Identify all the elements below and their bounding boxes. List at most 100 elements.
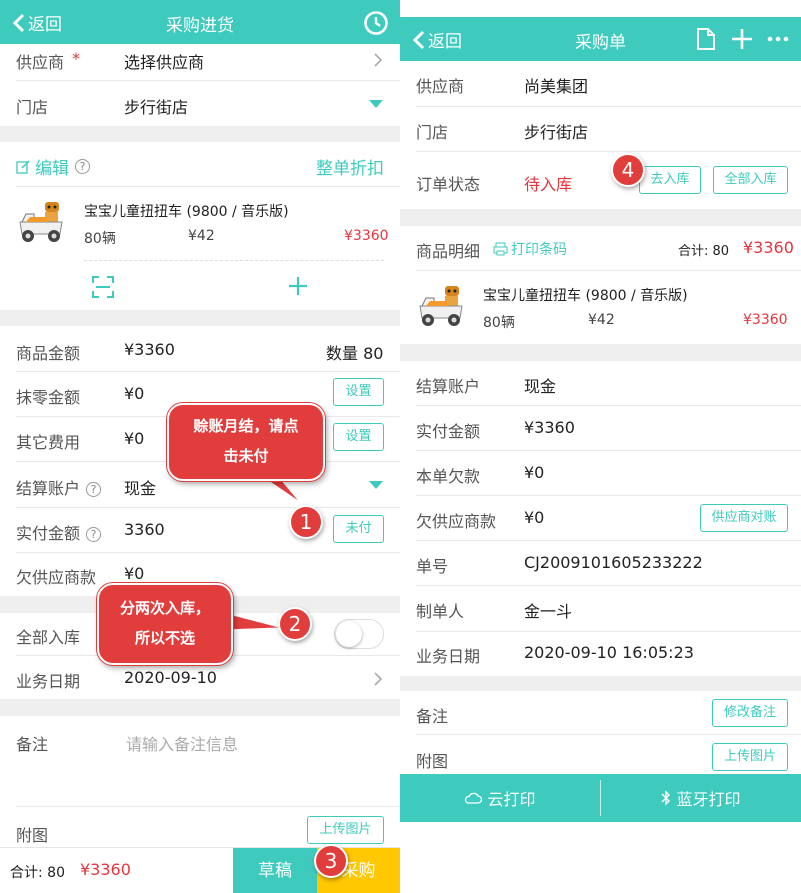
paid-row: 实付金额 ¥3360 bbox=[400, 406, 801, 450]
supplier-label: 供应商 bbox=[16, 53, 65, 72]
product-row[interactable]: 宝宝儿童扭扭车 (9800 / 音乐版) 80辆 ¥42 ¥3360 bbox=[400, 271, 801, 344]
step-marker-2: 2 bbox=[278, 607, 312, 641]
store-label: 门店 bbox=[416, 123, 449, 142]
edit-remark-button[interactable]: 修改备注 bbox=[712, 699, 788, 727]
dashed-divider bbox=[84, 260, 384, 261]
supplier-owe-row: 欠供应商款 ¥0 供应商对账 bbox=[400, 496, 801, 540]
maker-label: 制单人 bbox=[416, 602, 465, 621]
add-icon[interactable] bbox=[287, 275, 309, 297]
date-label: 业务日期 bbox=[16, 672, 81, 691]
product-total: ¥3360 bbox=[743, 312, 788, 328]
order-status-value: 待入库 bbox=[524, 175, 573, 194]
unpaid-button[interactable]: 未付 bbox=[333, 515, 384, 543]
history-clock-icon[interactable] bbox=[363, 10, 389, 36]
cloud-icon bbox=[465, 792, 483, 804]
callout-unpaid-hint: 赊账月结，请点 击未付 bbox=[167, 403, 325, 481]
date-value: 2020-09-10 bbox=[124, 668, 217, 687]
order-info-section: 供应商 尚美集团 门店 步行街店 订单状态 待入库 去入库 全部入库 bbox=[400, 61, 801, 209]
page-title: 采购进货 bbox=[166, 16, 234, 36]
date-label: 业务日期 bbox=[416, 647, 481, 666]
order-status-label: 订单状态 bbox=[416, 175, 481, 194]
remark-label: 备注 bbox=[416, 707, 449, 726]
edit-icon bbox=[16, 160, 30, 174]
help-icon[interactable]: ? bbox=[86, 527, 102, 542]
add-icon[interactable] bbox=[731, 28, 753, 50]
detail-label: 商品明细 bbox=[416, 242, 481, 261]
all-in-label: 全部入库 bbox=[16, 628, 81, 647]
quantity-value: 数量 80 bbox=[326, 344, 384, 363]
remark-input[interactable]: 请输入备注信息 bbox=[126, 731, 238, 755]
cloud-print-button[interactable]: 云打印 bbox=[400, 774, 600, 822]
product-total: ¥3360 bbox=[344, 228, 389, 244]
all-in-toggle[interactable] bbox=[334, 619, 384, 649]
store-row[interactable]: 门店 步行街店 bbox=[0, 81, 400, 126]
printer-icon bbox=[493, 242, 508, 256]
supplier-store-section: 供应商 * 选择供应商 门店 步行街店 bbox=[0, 44, 400, 126]
bluetooth-print-button[interactable]: 蓝牙打印 bbox=[601, 774, 801, 822]
footer-bar: 云打印 蓝牙打印 bbox=[400, 774, 801, 822]
items-section: 编辑 ? 整单折扣 宝宝儿童扭扭车 (9800 / 音乐版) 80辆 ¥42 ¥… bbox=[0, 142, 400, 310]
edit-button[interactable]: 编辑 ? bbox=[16, 154, 90, 179]
account-label: 结算账户? bbox=[16, 475, 102, 499]
step-marker-4: 4 bbox=[611, 153, 645, 187]
whole-discount-button[interactable]: 整单折扣 bbox=[316, 154, 384, 179]
required-mark: * bbox=[72, 49, 80, 68]
total-amount: ¥3360 bbox=[80, 860, 131, 879]
stock-in-all-button[interactable]: 全部入库 bbox=[713, 166, 788, 194]
divider bbox=[16, 806, 400, 807]
caret-down-icon bbox=[369, 481, 383, 489]
store-row: 门店 步行街店 bbox=[400, 107, 801, 151]
upload-image-button[interactable]: 上传图片 bbox=[712, 743, 788, 771]
purchase-entry-screen: 返回 采购进货 供应商 * 选择供应商 门店 步行街店 编辑 ? 整单折扣 宝宝… bbox=[0, 0, 400, 893]
document-icon[interactable] bbox=[696, 27, 716, 51]
owe-label: 欠供应商款 bbox=[16, 568, 97, 587]
ride-on-toy-car-image bbox=[419, 286, 463, 326]
draft-button[interactable]: 草稿 bbox=[233, 848, 317, 893]
go-stock-in-button[interactable]: 去入库 bbox=[639, 166, 701, 194]
order-owe-row: 本单欠款 ¥0 bbox=[400, 451, 801, 495]
order-owe-value: ¥0 bbox=[524, 463, 545, 482]
paid-row: 实付金额? 3360 未付 bbox=[0, 508, 400, 552]
order-number-row: 单号 CJ2009101605233222 bbox=[400, 541, 801, 585]
order-owe-label: 本单欠款 bbox=[416, 467, 481, 486]
paid-label: 实付金额? bbox=[16, 520, 102, 544]
upload-image-button[interactable]: 上传图片 bbox=[307, 816, 384, 844]
rounding-label: 抹零金额 bbox=[16, 388, 81, 407]
attach-label: 附图 bbox=[416, 752, 449, 771]
help-icon[interactable]: ? bbox=[86, 482, 102, 497]
divider bbox=[416, 734, 801, 735]
header: 返回 采购进货 bbox=[0, 0, 400, 44]
store-label: 门店 bbox=[16, 98, 49, 117]
print-barcode-button[interactable]: 打印条码 bbox=[493, 239, 567, 259]
paid-input[interactable]: 3360 bbox=[124, 520, 165, 539]
remark-label: 备注 bbox=[16, 735, 49, 754]
supplier-reconcile-button[interactable]: 供应商对账 bbox=[700, 504, 788, 532]
supplier-value: 尚美集团 bbox=[524, 77, 589, 96]
date-row: 业务日期 2020-09-10 16:05:23 bbox=[400, 632, 801, 676]
order-number-label: 单号 bbox=[416, 557, 449, 576]
more-icon[interactable] bbox=[767, 36, 789, 42]
product-price: ¥42 bbox=[588, 312, 615, 328]
other-fee-label: 其它费用 bbox=[16, 433, 81, 452]
product-qty: 80辆 bbox=[84, 231, 116, 247]
supplier-row: 供应商 尚美集团 bbox=[400, 61, 801, 106]
caret-down-icon bbox=[369, 100, 383, 108]
paid-label: 实付金额 bbox=[416, 422, 481, 441]
chevron-right-icon bbox=[374, 53, 383, 67]
goods-amount-row: 商品金额 ¥3360 数量 80 bbox=[0, 326, 400, 371]
account-value: 现金 bbox=[524, 377, 557, 396]
step-marker-3: 3 bbox=[314, 844, 348, 878]
rounding-settings-button[interactable]: 设置 bbox=[333, 378, 384, 406]
help-icon[interactable]: ? bbox=[75, 159, 90, 174]
purchase-order-screen: 返回 采购单 供应商 尚美集团 门店 步行街店 订单状态 待入库 去入库 全部入… bbox=[400, 0, 801, 822]
other-fee-settings-button[interactable]: 设置 bbox=[333, 423, 384, 451]
product-name: 宝宝儿童扭扭车 (9800 / 音乐版) bbox=[483, 288, 688, 304]
product-row[interactable]: 宝宝儿童扭扭车 (9800 / 音乐版) 80辆 ¥42 ¥3360 bbox=[0, 187, 400, 260]
owe-value: ¥0 bbox=[124, 564, 145, 583]
scan-icon[interactable] bbox=[91, 275, 115, 299]
order-status-row: 订单状态 待入库 去入库 全部入库 bbox=[400, 152, 801, 209]
items-toolbar: 编辑 ? 整单折扣 bbox=[0, 142, 400, 186]
status-bar-area bbox=[400, 0, 801, 17]
supplier-row[interactable]: 供应商 * 选择供应商 bbox=[0, 44, 400, 80]
goods-amount-label: 商品金额 bbox=[16, 344, 81, 363]
